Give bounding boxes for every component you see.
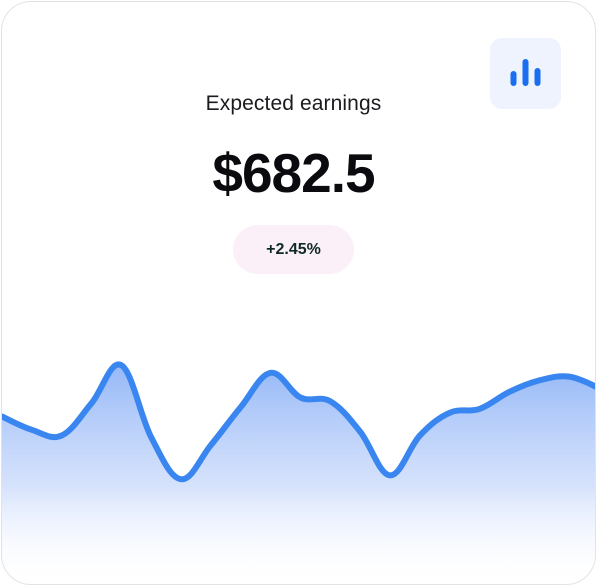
expected-earnings-card: Expected earnings $682.5 +2.45% [1,1,596,585]
card-title: Expected earnings [205,92,382,115]
earnings-amount: $682.5 [212,142,375,204]
change-badge: +2.45% [233,225,354,274]
earnings-area-chart [2,361,595,584]
